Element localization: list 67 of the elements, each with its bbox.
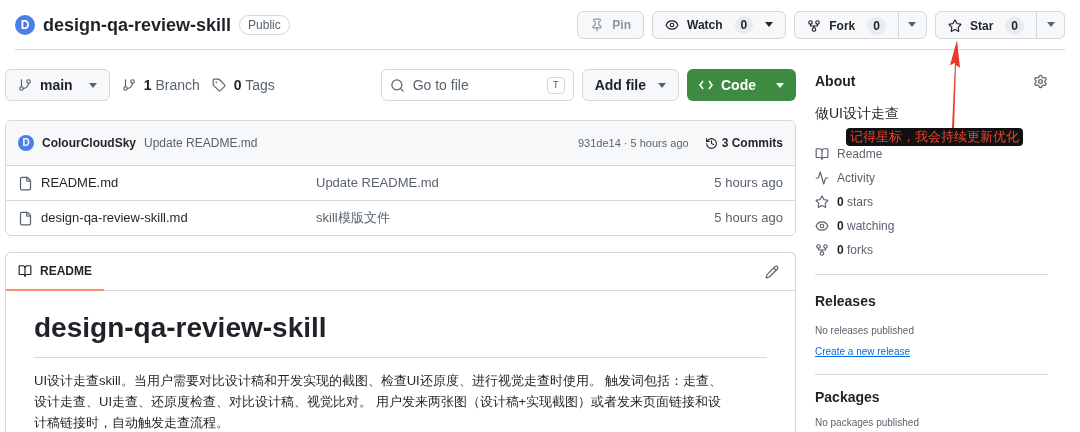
fork-icon — [807, 18, 822, 33]
file-commit-message[interactable]: skill模版文件 — [316, 208, 390, 228]
code-button[interactable]: Code — [687, 69, 796, 101]
about-link[interactable]: 0 watching — [815, 218, 1048, 234]
tags-link[interactable]: 0 Tags — [211, 75, 275, 95]
caret-icon — [1046, 22, 1055, 27]
star-icon — [947, 18, 962, 33]
packages-heading: Packages — [815, 388, 881, 407]
caret-icon — [908, 22, 917, 27]
caret-icon — [88, 82, 97, 88]
about-heading: About — [815, 72, 856, 91]
search-icon — [389, 77, 405, 93]
releases-heading: Releases — [815, 292, 877, 311]
file-time: 5 hours ago — [714, 174, 783, 193]
about-link[interactable]: 0 forks — [815, 242, 1048, 258]
about-link[interactable]: Readme — [815, 146, 1048, 162]
file-name[interactable]: README.md — [41, 173, 316, 193]
caret-icon — [776, 82, 784, 88]
book-icon — [815, 147, 829, 161]
settings-icon[interactable] — [1033, 73, 1048, 89]
book-icon — [18, 263, 32, 278]
avatar: D — [15, 14, 35, 35]
caret-icon — [658, 82, 666, 88]
readme-heading: design-qa-review-skill — [34, 307, 767, 358]
repo-title[interactable]: design-qa-review-skill — [43, 10, 232, 39]
commit-author[interactable]: ColourCloudSky — [42, 135, 136, 151]
file-icon — [18, 210, 33, 226]
branches-link[interactable]: 1 Branch — [121, 75, 200, 95]
star-icon — [815, 195, 829, 209]
search-field[interactable]: Go to file T — [380, 69, 574, 101]
branch-icon — [18, 78, 32, 92]
file-time: 5 hours ago — [714, 209, 783, 228]
fork-icon — [815, 243, 829, 257]
eye-icon — [815, 219, 829, 233]
annotation-callout: 记得星标，我会持续更新优化 — [846, 128, 1023, 146]
file-name[interactable]: design-qa-review-skill.md — [41, 208, 316, 228]
code-icon — [699, 80, 713, 90]
about-description: 做UI设计走查 — [815, 104, 900, 122]
commits-link[interactable]: 3 Commits — [704, 135, 783, 151]
edit-icon[interactable] — [765, 264, 779, 279]
branch-selector[interactable]: main — [5, 69, 110, 101]
history-icon — [704, 136, 718, 150]
releases-empty-text: No releases published — [815, 324, 915, 338]
about-link[interactable]: 0 stars — [815, 194, 1048, 210]
readme-tab[interactable]: README — [6, 252, 104, 291]
pulse-icon — [815, 171, 829, 185]
branch-icon — [121, 78, 136, 92]
add-file-button[interactable]: Add file — [581, 69, 679, 101]
search-input[interactable]: Go to file — [412, 75, 539, 95]
shortcut-key: T — [546, 76, 565, 94]
count-badge: 0 — [734, 15, 754, 34]
packages-empty-text: No packages published — [815, 416, 920, 430]
readme-paragraph: UI设计走查skill。当用户需要对比设计稿和开发实现的截图、检查UI还原度、进行视觉走查时使用。 触发词包括：走查、设计走查、UI走查、还原度检查、对比设计稿、视觉比对。 用户发来两张图（设计稿+实现截图）或者发来页面链接和设计稿链接时，自动触发走查流程。 — [34, 372, 724, 432]
create-release-link[interactable]: Create a new release — [815, 346, 911, 357]
watch-button[interactable]: Watch 0 — [652, 10, 787, 39]
count-badge: 0 — [867, 16, 886, 35]
file-icon — [18, 175, 33, 191]
about-link[interactable]: Activity — [815, 170, 1048, 186]
pin-icon — [590, 17, 605, 32]
count-badge: 0 — [1005, 16, 1024, 35]
avatar: D — [18, 135, 34, 151]
caret-icon — [765, 22, 774, 27]
commit-message[interactable]: Update README.md — [144, 135, 258, 151]
eye-icon — [665, 17, 679, 32]
file-commit-message[interactable]: Update README.md — [316, 173, 439, 193]
commit-meta: 931de14 · 5 hours ago — [577, 135, 689, 151]
tag-icon — [211, 78, 226, 92]
